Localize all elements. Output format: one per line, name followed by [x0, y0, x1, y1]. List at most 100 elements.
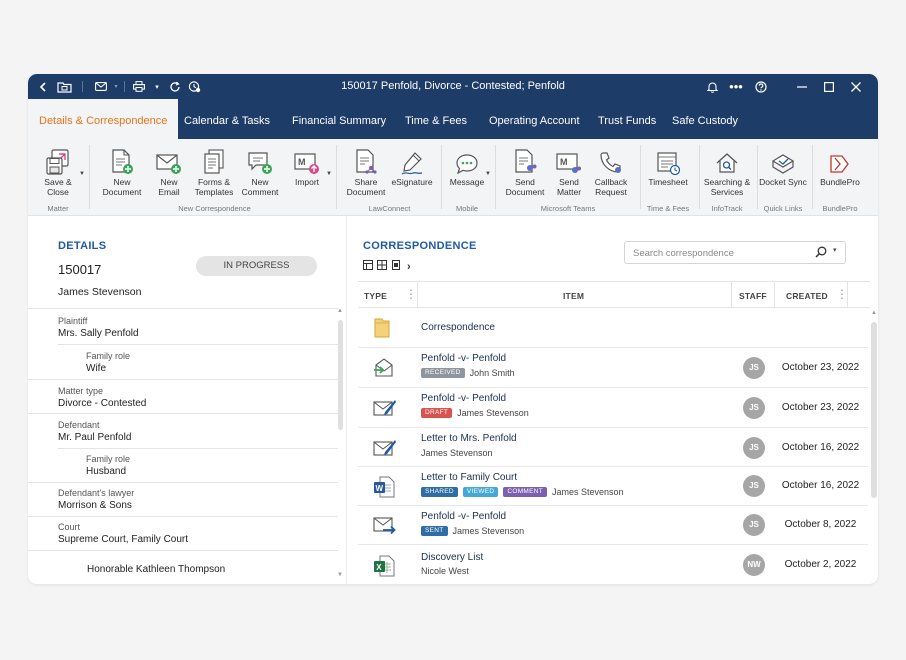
- row-subtitle: DRAFT James Stevenson: [421, 408, 529, 418]
- message-dropdown-icon[interactable]: ▼: [485, 171, 491, 177]
- row-title: Discovery List: [421, 552, 484, 563]
- field-defendant[interactable]: Defendant Mr. Paul Penfold: [28, 413, 338, 448]
- forms-templates-label: Forms & Templates: [194, 177, 234, 197]
- avatar[interactable]: NW: [743, 554, 765, 576]
- ribbon-separator: [441, 145, 442, 209]
- scroll-up-icon[interactable]: ▲: [871, 310, 877, 316]
- avatar[interactable]: JS: [743, 437, 765, 459]
- field-label: Defendant's lawyer: [58, 488, 135, 498]
- ribbon-separator: [495, 145, 496, 209]
- tab-trust-funds[interactable]: Trust Funds: [598, 99, 656, 139]
- send-document-button[interactable]: Send Document: [504, 147, 546, 197]
- tab-financial-summary[interactable]: Financial Summary: [292, 99, 386, 139]
- table-row[interactable]: Penfold -v- Penfold RECEIVED John Smith …: [358, 348, 868, 388]
- field-defendants-lawyer[interactable]: Defendant's lawyer Morrison & Sons: [28, 482, 338, 516]
- details-scrollbar[interactable]: ▲ ▼: [337, 308, 344, 580]
- docket-sync-icon: [771, 153, 795, 175]
- svg-text:M: M: [560, 157, 568, 167]
- correspondence-scrollbar[interactable]: ▲: [870, 308, 878, 584]
- new-document-button[interactable]: New Document: [102, 147, 142, 197]
- row-person: James Stevenson: [457, 408, 529, 418]
- new-email-button[interactable]: New Email: [149, 147, 189, 197]
- searching-services-label: Searching & Services: [703, 177, 751, 197]
- scrollbar-thumb[interactable]: [871, 322, 877, 498]
- table-row[interactable]: Penfold -v- Penfold DRAFT James Stevenso…: [358, 388, 868, 428]
- tab-safe-custody[interactable]: Safe Custody: [672, 99, 738, 139]
- status-badge[interactable]: IN PROGRESS: [196, 256, 317, 276]
- field-plaintiff[interactable]: Plaintiff Mrs. Sally Penfold: [28, 308, 338, 344]
- row-subtitle: RECEIVED John Smith: [421, 368, 515, 378]
- avatar[interactable]: JS: [743, 514, 765, 536]
- field-court[interactable]: Court Supreme Court, Family Court: [28, 516, 338, 550]
- send-matter-button[interactable]: M Send Matter: [549, 147, 589, 197]
- import-dropdown-icon[interactable]: ▼: [326, 171, 332, 177]
- row-title: Letter to Mrs. Penfold: [421, 433, 517, 444]
- bundlepro-label: BundlePro: [820, 177, 860, 187]
- column-type[interactable]: TYPE: [364, 291, 387, 301]
- timesheet-button[interactable]: Timesheet: [646, 147, 690, 188]
- correspondence-heading: CORRESPONDENCE: [363, 240, 477, 252]
- scroll-down-icon[interactable]: ▼: [337, 572, 343, 578]
- field-family-role[interactable]: Family role Husband: [58, 448, 338, 482]
- group-microsoft-teams: Microsoft Teams: [540, 204, 596, 213]
- row-person: James Stevenson: [421, 448, 493, 458]
- close-icon[interactable]: [850, 78, 862, 95]
- field-matter-type[interactable]: Matter type Divorce - Contested: [28, 379, 338, 413]
- new-comment-button[interactable]: New Comment: [239, 147, 281, 197]
- search-input[interactable]: [633, 246, 803, 260]
- notification-bell-icon[interactable]: [705, 78, 719, 95]
- list-view-icon[interactable]: [363, 260, 373, 273]
- callback-request-button[interactable]: Callback Request: [590, 147, 632, 197]
- field-family-role[interactable]: Family role Wife: [58, 344, 338, 379]
- search-icon[interactable]: [815, 246, 827, 261]
- docket-sync-button[interactable]: Docket Sync: [759, 147, 807, 188]
- tab-time-fees[interactable]: Time & Fees: [405, 99, 467, 139]
- field-judge[interactable]: Honorable Kathleen Thompson: [28, 550, 338, 584]
- column-staff[interactable]: STAFF: [739, 291, 767, 301]
- search-correspondence[interactable]: ▾: [624, 241, 846, 264]
- row-title: Penfold -v- Penfold: [421, 511, 507, 522]
- scroll-up-icon[interactable]: ▲: [337, 308, 343, 314]
- column-divider: [417, 282, 418, 308]
- table-row[interactable]: Penfold -v- Penfold SENT James Stevenson…: [358, 506, 868, 545]
- help-icon[interactable]: [754, 78, 768, 95]
- client-name: James Stevenson: [58, 286, 142, 298]
- bundlepro-button[interactable]: BundlePro: [816, 147, 864, 188]
- searching-services-icon: [715, 151, 739, 175]
- share-document-icon: [354, 149, 378, 175]
- save-dropdown-icon[interactable]: ▼: [79, 171, 85, 177]
- esignature-button[interactable]: eSignature: [390, 147, 434, 188]
- minimize-icon[interactable]: [796, 78, 808, 95]
- avatar[interactable]: JS: [743, 475, 765, 497]
- searching-services-button[interactable]: Searching & Services: [702, 147, 752, 197]
- tab-details-correspondence[interactable]: Details & Correspondence: [28, 99, 179, 139]
- column-item[interactable]: ITEM: [563, 291, 584, 301]
- share-document-button[interactable]: Share Document: [345, 147, 387, 197]
- group-bundlepro: BundlePro: [822, 204, 858, 213]
- preview-icon[interactable]: [391, 260, 401, 273]
- row-subtitle: Nicole West: [421, 566, 469, 576]
- table-row[interactable]: W Letter to Family Court SHARED VIEWED C…: [358, 467, 868, 506]
- tab-calendar-tasks[interactable]: Calendar & Tasks: [184, 99, 270, 139]
- maximize-icon[interactable]: [823, 78, 835, 95]
- avatar[interactable]: JS: [743, 357, 765, 379]
- message-button[interactable]: Message: [446, 147, 488, 188]
- avatar[interactable]: JS: [743, 397, 765, 419]
- tab-operating-account[interactable]: Operating Account: [489, 99, 580, 139]
- table-row[interactable]: Letter to Mrs. Penfold James Stevenson J…: [358, 428, 868, 467]
- import-button[interactable]: M Import: [287, 147, 327, 188]
- scrollbar-thumb[interactable]: [338, 320, 343, 430]
- callback-request-icon: [599, 151, 623, 175]
- chevron-right-icon[interactable]: ›: [407, 261, 411, 273]
- column-menu-icon[interactable]: ⋮: [405, 288, 417, 300]
- table-row[interactable]: X Discovery List Nicole West NW October …: [358, 545, 868, 584]
- save-close-button[interactable]: Save & Close: [38, 147, 78, 197]
- field-value: Divorce - Contested: [58, 398, 147, 409]
- table-row[interactable]: Correspondence: [358, 308, 868, 348]
- forms-templates-button[interactable]: Forms & Templates: [192, 147, 236, 197]
- field-label: Plaintiff: [58, 316, 88, 326]
- grid-view-icon[interactable]: [377, 260, 387, 273]
- column-created[interactable]: CREATED: [786, 291, 828, 301]
- more-options-icon[interactable]: •••: [728, 78, 744, 95]
- search-dropdown-icon[interactable]: ▾: [833, 246, 837, 254]
